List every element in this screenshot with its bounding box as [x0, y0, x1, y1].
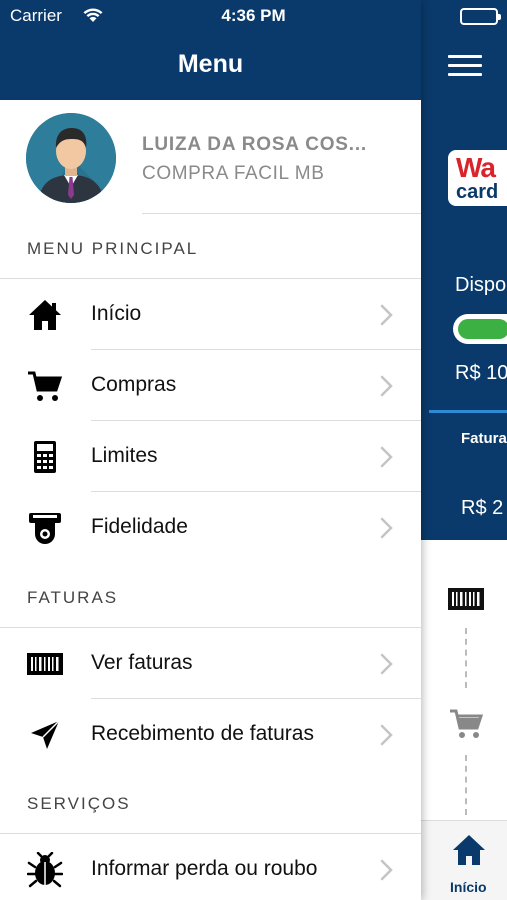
battery-icon: [460, 8, 501, 25]
cart-icon: [27, 368, 63, 404]
menu-item-label: Compras: [91, 373, 177, 396]
bug-icon: [26, 851, 64, 888]
section-header-invoices: FATURAS: [0, 564, 421, 628]
chevron-right-icon: [378, 723, 396, 747]
chevron-right-icon: [378, 652, 396, 676]
menu-item-label: Recebimento de faturas: [91, 722, 314, 745]
hamburger-menu-icon[interactable]: [448, 55, 482, 77]
timeline-dash: [465, 755, 467, 815]
drawer-title: Menu: [177, 50, 244, 78]
menu-item-inicio[interactable]: Início: [0, 279, 421, 350]
available-progress-bar: [453, 314, 507, 344]
divider: [429, 410, 507, 413]
menu-item-perda-roubo[interactable]: Informar perda ou roubo: [0, 834, 421, 900]
menu-item-fidelidade[interactable]: Fidelidade: [0, 492, 421, 563]
section-title: SERVIÇOS: [27, 794, 131, 813]
menu-item-label: Limites: [91, 444, 158, 467]
status-bar: Carrier 4:36 PM: [0, 0, 507, 32]
profile-subtitle: COMPRA FACIL MB: [142, 163, 325, 184]
section-title: MENU PRINCIPAL: [27, 239, 199, 258]
section-header-services: SERVIÇOS: [0, 770, 421, 834]
home-icon[interactable]: [451, 833, 487, 872]
loyalty-icon: [27, 510, 63, 546]
timeline-dash: [465, 628, 467, 688]
chevron-right-icon: [378, 445, 396, 469]
invoice-value: R$ 2: [461, 497, 504, 519]
menu-item-label: Fidelidade: [91, 515, 188, 538]
divider: [142, 213, 421, 214]
barcode-icon: [448, 588, 484, 615]
side-drawer: Menu LUIZA DA ROSA COS... COMPRA FACIL M…: [0, 0, 421, 900]
home-icon: [27, 297, 63, 333]
chevron-right-icon: [378, 858, 396, 882]
tab-home-label[interactable]: Início: [450, 879, 487, 895]
brand-logo: Wa card: [448, 150, 507, 206]
barcode-icon: [27, 646, 63, 682]
chevron-right-icon: [378, 516, 396, 540]
clock: 4:36 PM: [221, 6, 286, 25]
menu-item-ver-faturas[interactable]: Ver faturas: [0, 628, 421, 699]
section-header-main: MENU PRINCIPAL: [0, 215, 421, 279]
cart-icon: [448, 708, 484, 747]
invoices-label: Fatura: [461, 430, 507, 447]
progress-fill: [458, 319, 507, 339]
chevron-right-icon: [378, 374, 396, 398]
profile-name: LUIZA DA ROSA COS...: [142, 134, 367, 155]
available-value: R$ 10: [455, 362, 507, 384]
chevron-right-icon: [378, 303, 396, 327]
avatar: [26, 113, 116, 203]
menu-item-label: Início: [91, 302, 142, 325]
menu-item-label: Informar perda ou roubo: [91, 857, 318, 880]
menu-item-recebimento-faturas[interactable]: Recebimento de faturas: [0, 699, 421, 770]
available-label: Dispo: [455, 274, 507, 296]
menu-item-label: Ver faturas: [91, 651, 193, 674]
calculator-icon: [27, 439, 63, 475]
menu-item-limites[interactable]: Limites: [0, 421, 421, 492]
user-profile[interactable]: LUIZA DA ROSA COS... COMPRA FACIL MB: [0, 100, 421, 215]
menu-item-compras[interactable]: Compras: [0, 350, 421, 421]
logo-line2: card: [456, 181, 499, 203]
logo-line1: Wa: [456, 152, 496, 183]
send-icon: [27, 717, 63, 753]
section-title: FATURAS: [27, 588, 119, 607]
tab-bar: Início: [421, 820, 507, 900]
background-app: Wa card Dispo R$ 10 Fatura R$ 2 Início: [421, 0, 507, 900]
